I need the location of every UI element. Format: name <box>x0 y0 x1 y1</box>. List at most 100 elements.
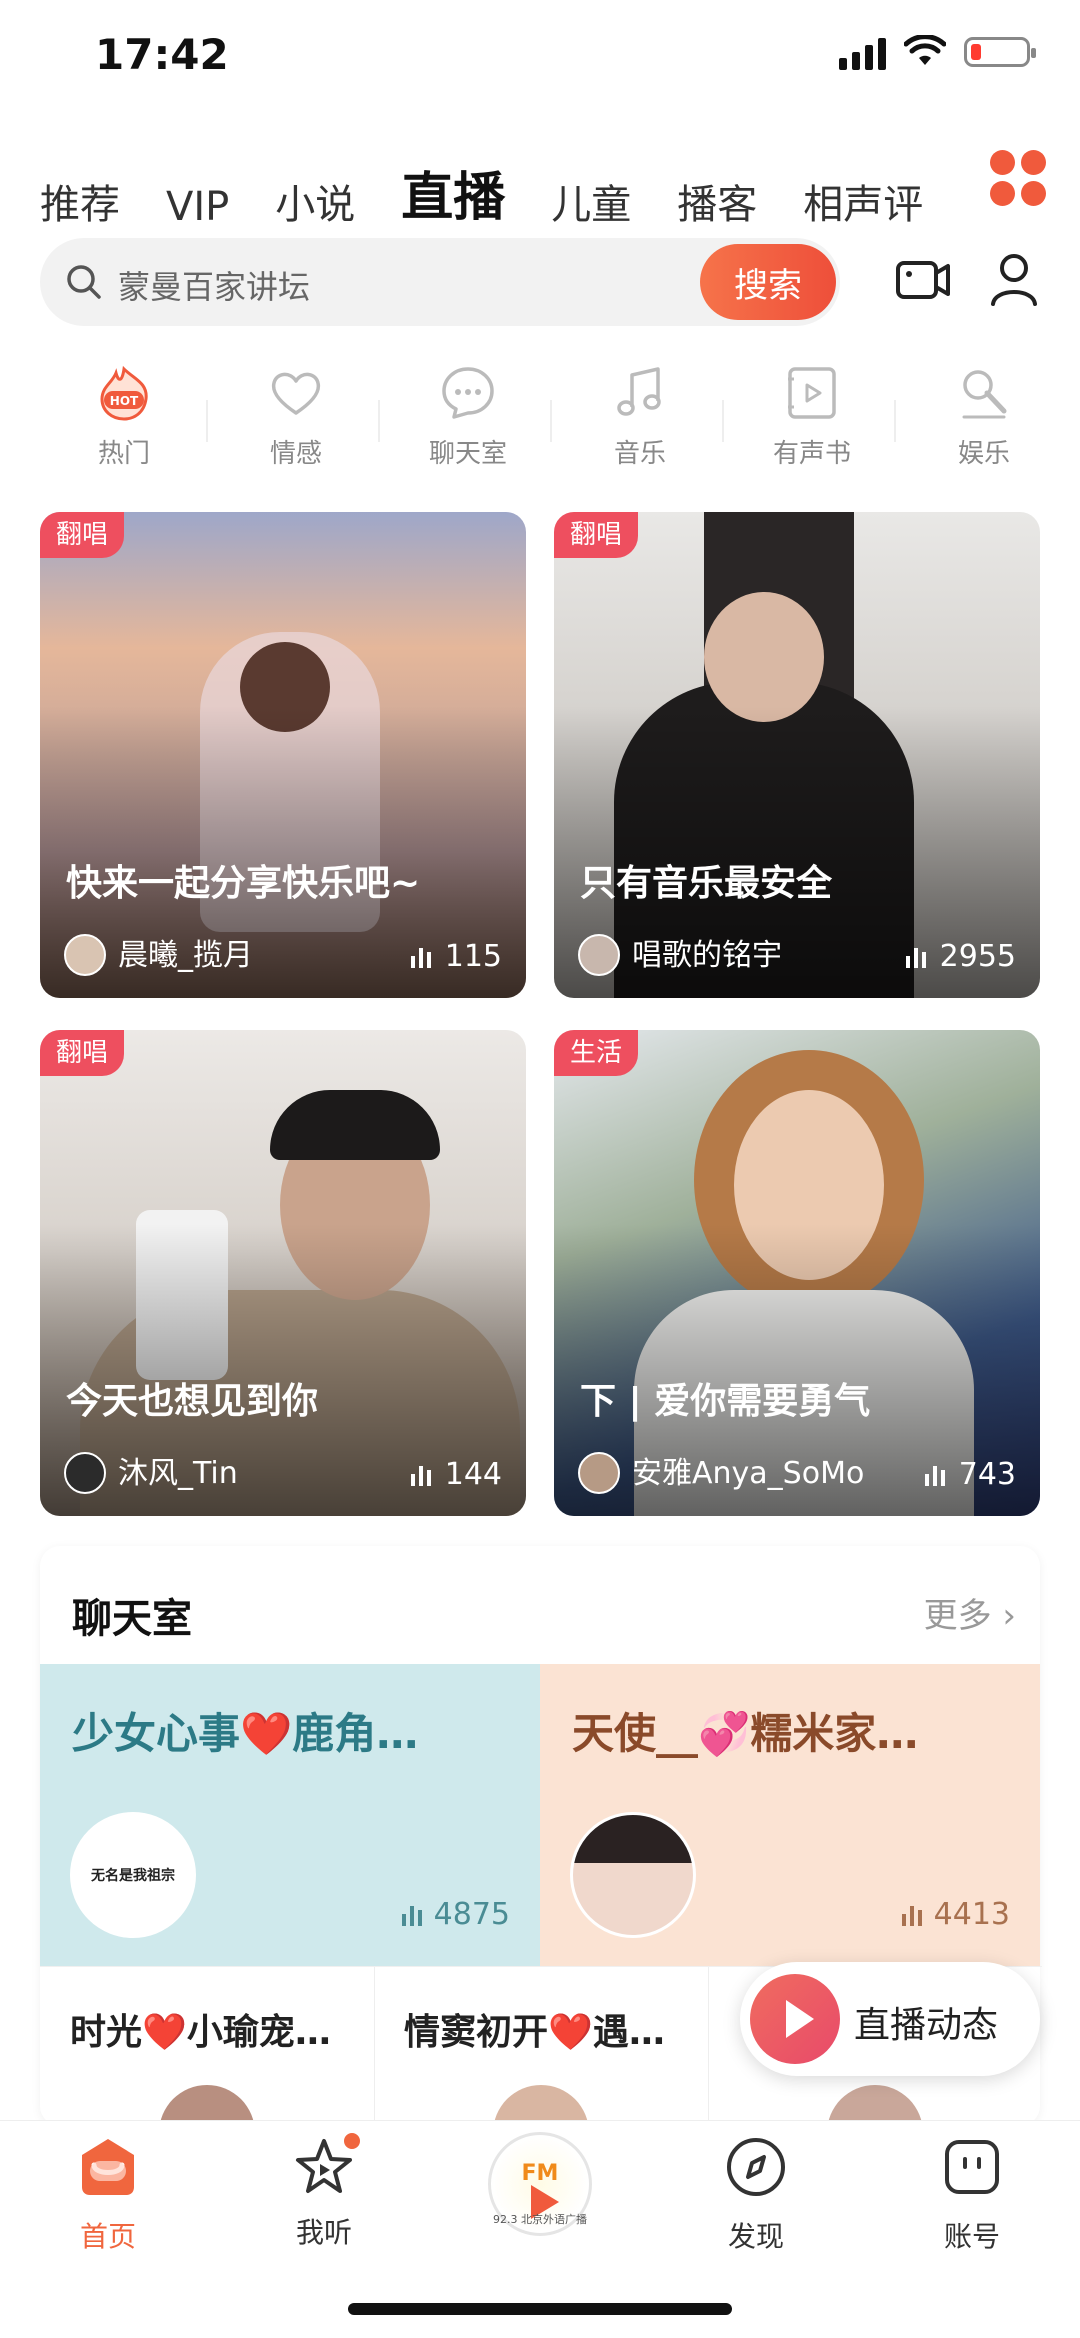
status-icons <box>839 34 1036 70</box>
tabs-fade <box>920 130 960 230</box>
user-profile-icon[interactable] <box>990 252 1038 306</box>
music-note-icon <box>617 367 661 416</box>
avatar-text: 无名是我祖宗 <box>91 1868 175 1884</box>
more-link[interactable]: 更多 › <box>924 1588 1016 1637</box>
anchor-avatar <box>64 934 106 976</box>
tab-vip[interactable]: VIP <box>166 184 229 230</box>
anchor-name: 安雅Anya_SoMo <box>632 1456 865 1491</box>
live-title: 只有音乐最安全 <box>580 863 833 904</box>
live-tag: 翻唱 <box>40 512 125 558</box>
search-button[interactable]: 搜索 <box>700 244 836 320</box>
heart-icon <box>271 372 321 415</box>
live-card[interactable]: 生活 下 | 爱你需要勇气 安雅Anya_SoMo 743 <box>554 1030 1040 1516</box>
fm-label: FM <box>521 2161 559 2186</box>
svg-text:HOT: HOT <box>110 394 139 408</box>
tab-label: 账号 <box>943 2220 1000 2253</box>
category-divider <box>206 400 208 442</box>
category-hot[interactable]: HOT 热门 <box>38 365 210 475</box>
tab-novel[interactable]: 小说 <box>275 172 355 230</box>
category-divider <box>550 400 552 442</box>
chatroom-card[interactable]: 天使__💞糯米家… 4413 <box>540 1664 1040 1966</box>
chat-bubble-icon <box>442 367 494 419</box>
home-indicator <box>348 2303 732 2315</box>
room-avatar: 无名是我祖宗 <box>70 1812 196 1938</box>
category-label: 娱乐 <box>957 439 1010 469</box>
popularity-bars-icon <box>901 1904 922 1926</box>
notification-badge <box>342 2131 362 2151</box>
tab-podcast[interactable]: 播客 <box>677 172 757 230</box>
live-tag: 翻唱 <box>40 1030 125 1076</box>
live-tag: 翻唱 <box>554 512 639 558</box>
section-title: 聊天室 <box>72 1596 192 1642</box>
category-divider <box>722 400 724 442</box>
popularity-bars-icon <box>410 1464 431 1486</box>
room-title: 情窦初开❤️遇… <box>404 2012 665 2053</box>
search-input[interactable]: 蒙曼百家讲坛 <box>118 262 310 308</box>
live-title: 今天也想见到你 <box>66 1381 319 1422</box>
chatroom-item[interactable]: 情窦初开❤️遇… <box>374 1966 708 2181</box>
tab-crosstalk[interactable]: 相声评 <box>803 172 923 230</box>
all-channels-grid-icon[interactable] <box>990 150 1046 206</box>
viewer-count: 2955 <box>905 939 1016 974</box>
discover-compass-icon <box>727 2138 785 2196</box>
live-title: 下 | 爱你需要勇气 <box>580 1381 871 1422</box>
microphone-icon <box>962 370 1007 419</box>
live-card[interactable]: 翻唱 快来一起分享快乐吧~ 晨曦_揽月 115 <box>40 512 526 998</box>
viewer-count: 743 <box>924 1457 1016 1492</box>
status-time: 17:42 <box>95 30 229 79</box>
live-card[interactable]: 翻唱 今天也想见到你 沐风_Tin 144 <box>40 1030 526 1516</box>
chatroom-card[interactable]: 少女心事❤️鹿角… 无名是我祖宗 4875 <box>40 1664 540 1966</box>
live-camera-icon[interactable] <box>895 255 951 305</box>
live-feed-float-button[interactable]: 直播动态 <box>740 1962 1040 2076</box>
account-icon <box>945 2140 999 2194</box>
category-label: 聊天室 <box>428 439 507 469</box>
home-icon <box>82 2139 134 2195</box>
category-music[interactable]: 音乐 <box>554 365 726 475</box>
category-entertainment[interactable]: 娱乐 <box>898 365 1070 475</box>
chevron-right-icon: › <box>1002 1596 1016 1636</box>
popularity-bars-icon <box>905 946 926 968</box>
category-audiobook[interactable]: 有声书 <box>726 365 898 475</box>
category-label: 情感 <box>269 439 322 469</box>
popularity-bars-icon <box>410 946 431 968</box>
tab-label: 发现 <box>727 2220 784 2253</box>
category-chatroom[interactable]: 聊天室 <box>382 365 554 475</box>
search-icon <box>67 265 101 299</box>
audiobook-icon <box>788 367 836 419</box>
category-divider <box>894 400 896 442</box>
fm-station-label: 92.3 北京外语广播 <box>493 2213 587 2226</box>
room-count: 4875 <box>401 1897 510 1932</box>
anchor-avatar <box>64 1452 106 1494</box>
live-card[interactable]: 翻唱 只有音乐最安全 唱歌的铭宇 2955 <box>554 512 1040 998</box>
viewer-count: 144 <box>410 1457 502 1492</box>
anchor-name: 唱歌的铭宇 <box>632 938 782 973</box>
tab-recommend[interactable]: 推荐 <box>40 172 120 230</box>
anchor-avatar <box>578 1452 620 1494</box>
tab-account[interactable]: 账号 <box>864 2135 1080 2275</box>
tab-home[interactable]: 首页 <box>0 2135 216 2275</box>
tab-listen[interactable]: 我听 <box>216 2131 432 2275</box>
play-icon <box>750 1974 840 2064</box>
hot-icon: HOT <box>100 365 148 421</box>
category-label: 热门 <box>97 439 150 469</box>
room-count: 4413 <box>901 1897 1010 1932</box>
chatroom-item[interactable]: 时光❤️小瑜宠… <box>40 1966 374 2181</box>
tab-label: 我听 <box>295 2216 352 2249</box>
anchor-avatar <box>578 934 620 976</box>
category-label: 音乐 <box>613 439 666 469</box>
top-channel-tabs: 推荐 VIP 小说 直播 儿童 播客 相声评 <box>40 140 960 252</box>
popularity-bars-icon <box>401 1904 422 1926</box>
cover-head <box>704 592 824 722</box>
room-avatar <box>570 1812 696 1938</box>
tab-kids[interactable]: 儿童 <box>551 172 631 230</box>
category-emotion[interactable]: 情感 <box>210 365 382 475</box>
battery-icon <box>964 37 1036 67</box>
tab-live[interactable]: 直播 <box>401 155 505 252</box>
search-bar[interactable]: 蒙曼百家讲坛 搜索 <box>40 238 840 326</box>
popularity-bars-icon <box>924 1464 945 1486</box>
tab-discover[interactable]: 发现 <box>648 2135 864 2275</box>
fm-radio-button[interactable]: FM 92.3 北京外语广播 <box>488 2132 592 2236</box>
room-title: 时光❤️小瑜宠… <box>70 2012 331 2053</box>
float-button-label: 直播动态 <box>854 2005 999 2046</box>
room-title: 天使__💞糯米家… <box>572 1709 919 1758</box>
